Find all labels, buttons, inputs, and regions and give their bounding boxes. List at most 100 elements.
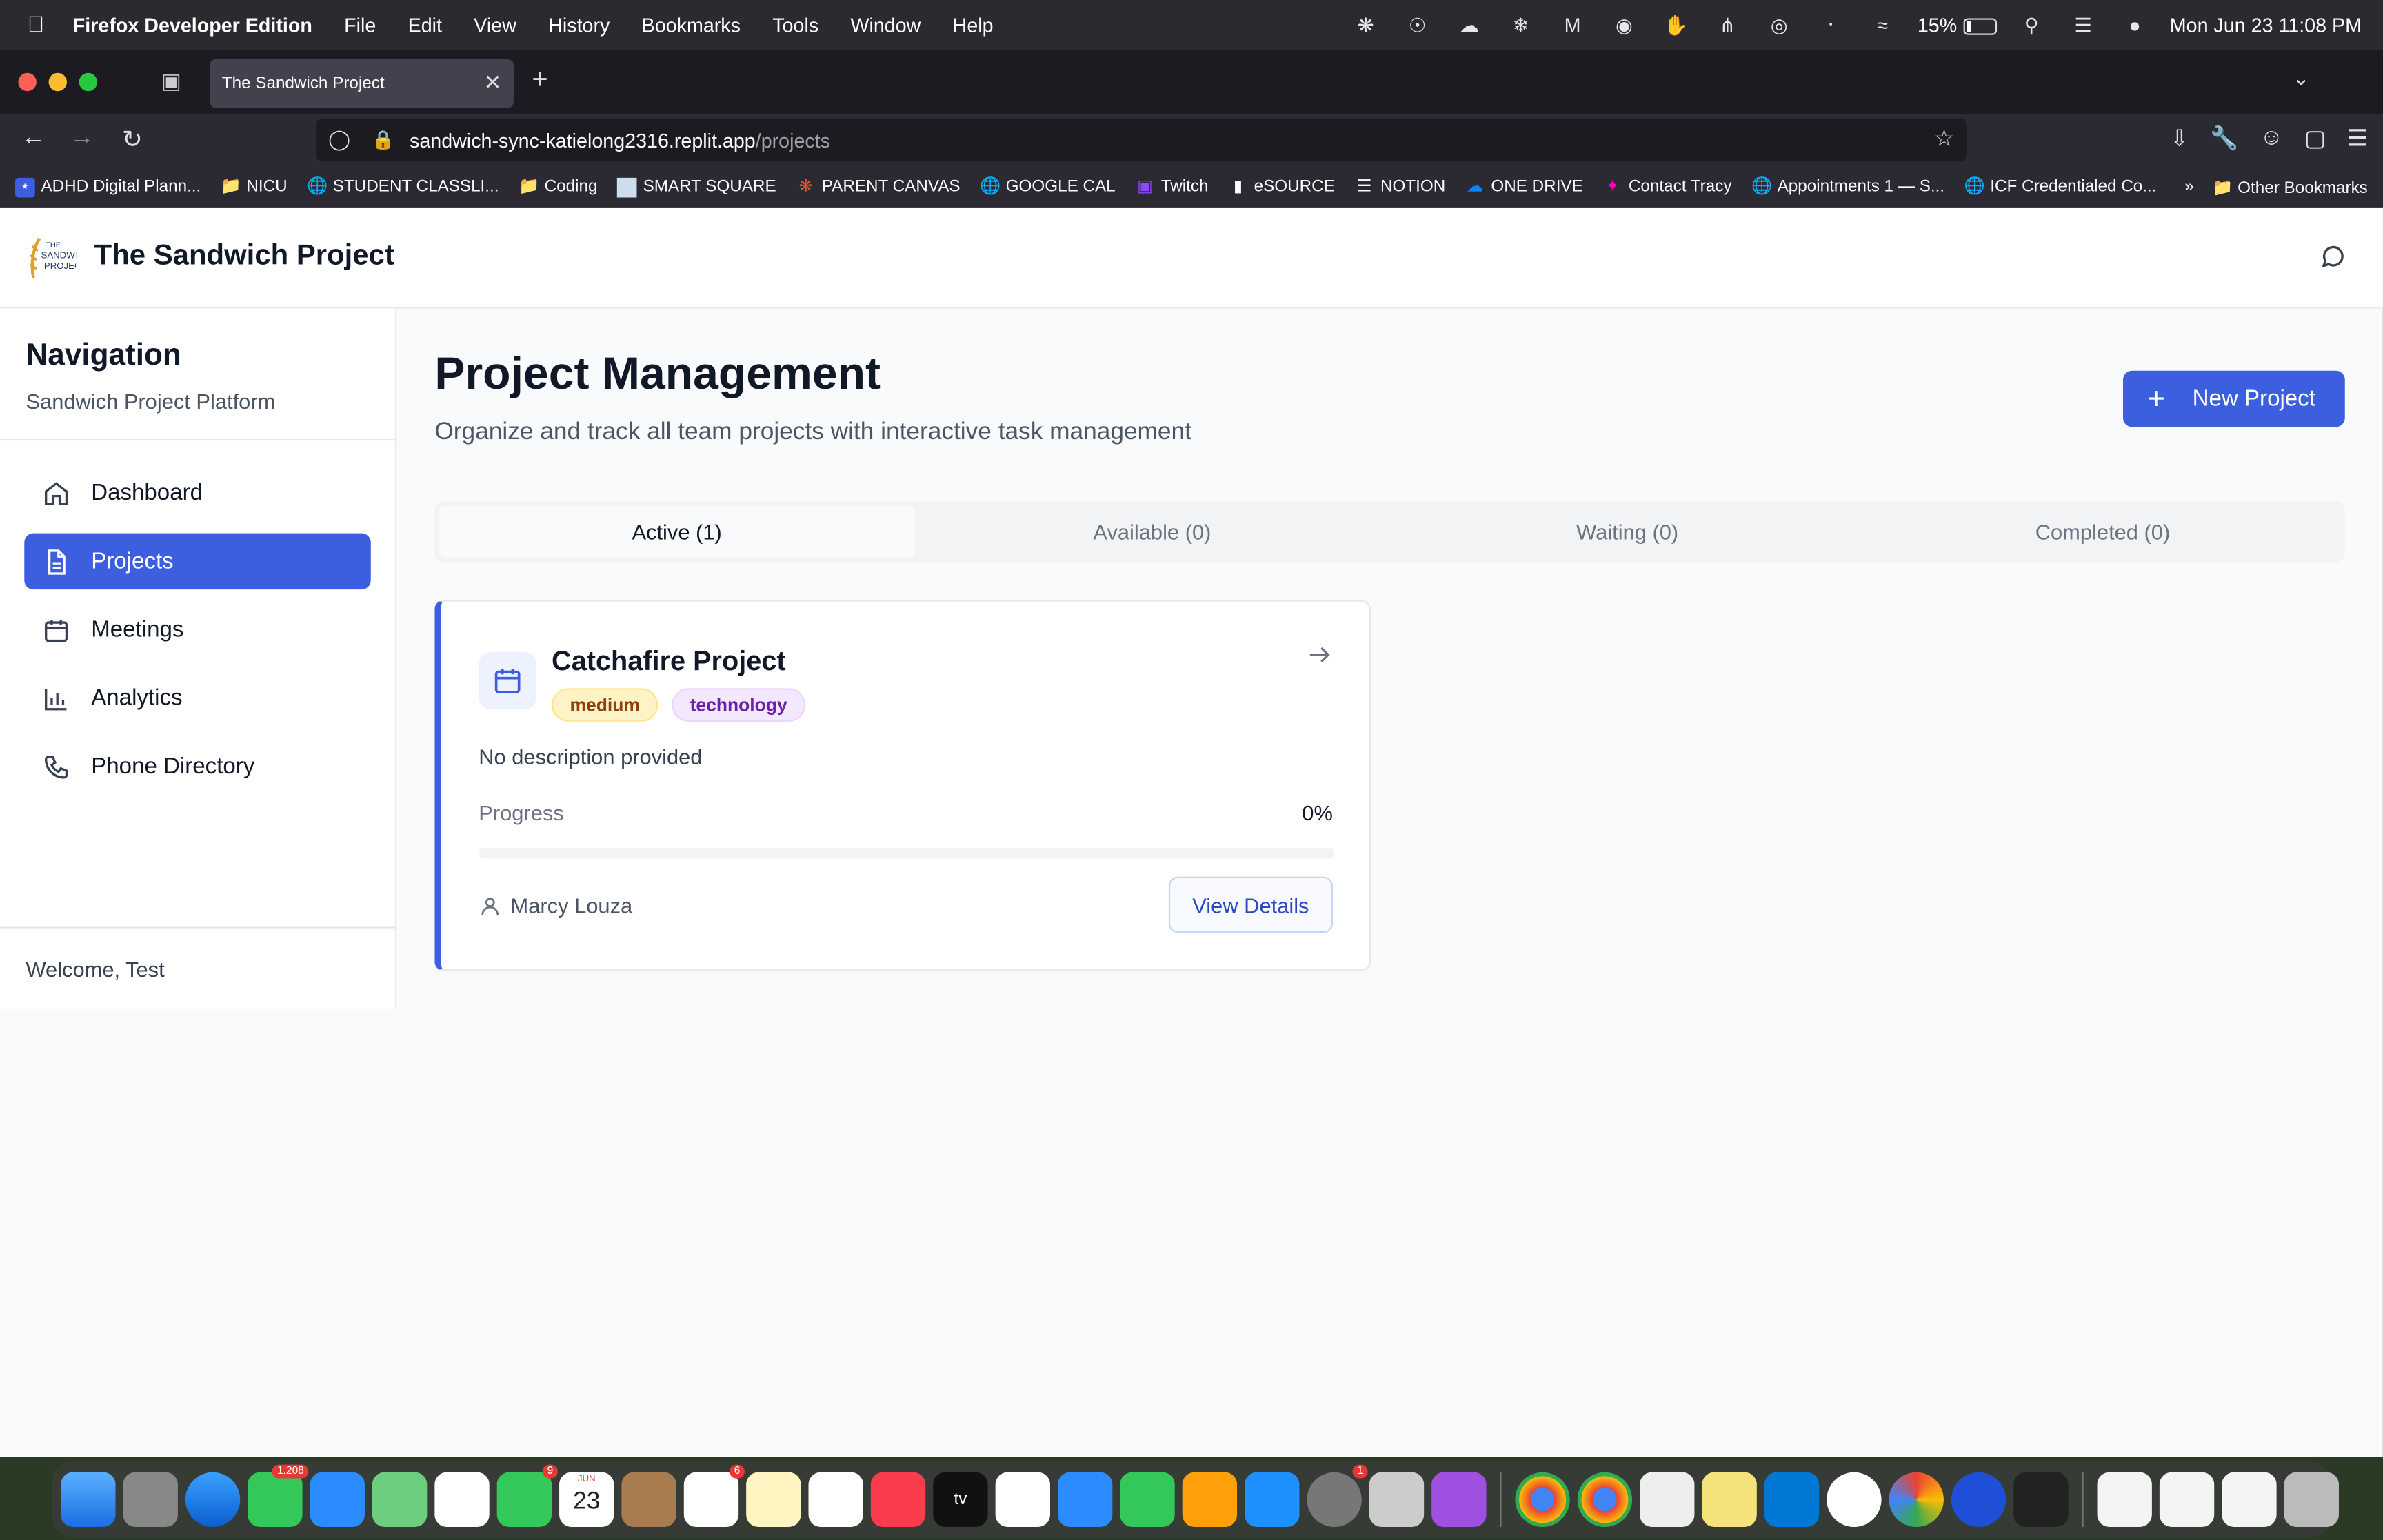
stickies-icon[interactable] [1702, 1472, 1757, 1528]
new-tab-icon[interactable]: + [532, 64, 547, 96]
view-details-button[interactable]: View Details [1168, 876, 1333, 933]
reminders-icon[interactable]: 6 [683, 1464, 745, 1528]
lock-icon[interactable]: 🔒 [372, 129, 394, 150]
pages-icon[interactable] [1182, 1472, 1238, 1528]
cloud-status-icon[interactable]: ☁ [1452, 13, 1485, 37]
freeform-icon[interactable] [808, 1472, 863, 1528]
bookmark-item[interactable]: 🌐 ICF Credentialed Co... [1964, 177, 2157, 197]
menu-history[interactable]: History [548, 14, 610, 37]
menu-view[interactable]: View [474, 14, 516, 37]
hand-icon[interactable]: ✋ [1659, 13, 1692, 37]
arrow-right-icon[interactable] [1305, 641, 1333, 669]
chrome-icon[interactable] [1515, 1472, 1570, 1528]
bookmark-item[interactable]: ▣ Twitch [1135, 177, 1208, 197]
messages-icon[interactable]: 1,208 [248, 1464, 309, 1528]
trash-icon[interactable] [2284, 1472, 2339, 1528]
menu-bookmarks[interactable]: Bookmarks [642, 14, 741, 37]
tab-waiting[interactable]: Waiting (0) [1390, 506, 1865, 558]
network-icon[interactable]: ⋔ [1711, 13, 1744, 37]
facetime-icon[interactable]: 9 [496, 1464, 558, 1528]
bookmark-item[interactable]: ❋ PARENT CANVAS [796, 177, 961, 197]
devtools-wrench-icon[interactable]: 🔧 [2210, 125, 2238, 152]
snowflake-status-icon[interactable]: ❄ [1504, 13, 1537, 37]
chatgpt-icon[interactable] [1827, 1472, 1882, 1528]
sidebar-item-meetings[interactable]: Meetings [24, 602, 371, 658]
feedback-assistant-icon[interactable] [1431, 1472, 1487, 1528]
sidebar-item-phone-directory[interactable]: Phone Directory [24, 738, 371, 795]
safari-icon[interactable] [185, 1472, 241, 1528]
list-tabs-chevron-icon[interactable]: ⌄ [2292, 65, 2310, 91]
launchpad-icon[interactable] [123, 1472, 178, 1528]
more-bookmarks-chevron-icon[interactable]: » [2184, 178, 2193, 196]
tab-completed[interactable]: Completed (0) [1865, 506, 2340, 558]
google-photos-icon[interactable] [1889, 1472, 1944, 1528]
calendar-app-icon[interactable]: JUN 23 [559, 1472, 614, 1528]
bookmark-item[interactable]: ⋆ ADHD Digital Plann... [15, 176, 201, 197]
account-icon[interactable]: ☺ [2260, 125, 2283, 152]
music-icon[interactable] [870, 1472, 926, 1528]
apple-icon[interactable]:  [28, 12, 52, 38]
bookmark-item[interactable]: ▮ eSOURCE [1228, 177, 1335, 197]
firefox-developer-icon[interactable] [1951, 1472, 2007, 1528]
app-icon[interactable] [2013, 1472, 2069, 1528]
wifi-icon[interactable]: ≈ [1866, 14, 1899, 37]
maps-icon[interactable] [372, 1472, 428, 1528]
bookmark-folder[interactable]: 📁 NICU [221, 177, 288, 197]
notes-icon[interactable] [746, 1472, 801, 1528]
system-settings-icon[interactable]: 1 [1307, 1464, 1368, 1528]
downloads-icon[interactable]: ⇩ [2170, 125, 2189, 152]
news-icon[interactable] [995, 1472, 1050, 1528]
zoom-window-button[interactable] [79, 72, 98, 92]
spotlight-icon[interactable]: ⚲ [2015, 13, 2048, 37]
bookmark-item[interactable]: ☁ ONE DRIVE [1465, 177, 1583, 197]
menu-window[interactable]: Window [850, 14, 921, 37]
menu-file[interactable]: File [344, 14, 376, 37]
numbers-icon[interactable] [1120, 1472, 1175, 1528]
tab-available[interactable]: Available (0) [914, 506, 1389, 558]
vscode-icon[interactable] [1764, 1472, 1820, 1528]
mail-icon[interactable] [310, 1472, 365, 1528]
textedit-icon[interactable] [1640, 1472, 1695, 1528]
other-bookmarks-folder[interactable]: 📁 Other Bookmarks [2212, 177, 2368, 196]
tracking-shield-icon[interactable]: ◯ [328, 128, 350, 152]
malwarebytes-icon[interactable]: M [1556, 14, 1589, 37]
menu-help[interactable]: Help [953, 14, 994, 37]
menu-app-name[interactable]: Firefox Developer Edition [73, 14, 312, 37]
tab-active[interactable]: Active (1) [439, 505, 915, 558]
chat-bubble-icon[interactable] [2319, 243, 2346, 271]
document-thumbnail-icon[interactable] [2159, 1472, 2215, 1528]
hamburger-menu-icon[interactable]: ☰ [2347, 125, 2368, 152]
extensions-icon[interactable]: ▢ [2304, 125, 2326, 152]
browser-tab-active[interactable]: The Sandwich Project ✕ [210, 59, 514, 108]
extension-status-icon[interactable]: ☉ [1401, 13, 1434, 37]
minimize-window-button[interactable] [48, 72, 67, 92]
project-card[interactable]: Catchafire Project medium technology No … [434, 600, 1371, 971]
close-window-button[interactable] [18, 72, 37, 92]
tab-overview-icon[interactable]: ▣ [161, 68, 185, 92]
sidebar-item-projects[interactable]: Projects [24, 533, 371, 590]
bluetooth-icon[interactable]: ᛫ [1814, 14, 1847, 37]
apple-tv-icon[interactable]: tv [933, 1472, 988, 1528]
sidebar-item-analytics[interactable]: Analytics [24, 670, 371, 727]
document-thumbnail-icon[interactable] [2097, 1472, 2152, 1528]
bookmark-item[interactable]: ☰ NOTION [1355, 177, 1445, 197]
shazam-icon[interactable]: ◉ [1607, 13, 1640, 37]
close-tab-icon[interactable]: ✕ [483, 70, 501, 95]
bookmark-folder[interactable]: 📁 Coding [519, 177, 597, 197]
sidebar-item-dashboard[interactable]: Dashboard [24, 465, 371, 521]
menu-tools[interactable]: Tools [772, 14, 818, 37]
app-store-icon[interactable] [1245, 1472, 1300, 1528]
bookmark-item[interactable]: 🌐 Appointments 1 — S... [1751, 177, 1944, 197]
bookmark-star-icon[interactable]: ☆ [1934, 125, 1955, 152]
address-bar[interactable]: ◯ 🔒 sandwich-sync-katielong2316.replit.a… [316, 118, 1967, 161]
bookmark-item[interactable]: ✦ Contact Tracy [1602, 177, 1732, 197]
control-center-icon[interactable]: ☰ [2067, 13, 2100, 37]
chrome-canary-icon[interactable] [1577, 1472, 1633, 1528]
airdrop-icon[interactable]: ◎ [1762, 13, 1796, 37]
bookmark-item[interactable]: 🌐 STUDENT CLASSLI... [307, 177, 499, 197]
battery-status[interactable]: 15% [1918, 14, 1997, 37]
keynote-icon[interactable] [1057, 1472, 1113, 1528]
photos-icon[interactable] [434, 1472, 490, 1528]
bookmark-item[interactable]: 🌐 GOOGLE CAL [980, 177, 1115, 197]
back-arrow-icon[interactable]: ← [18, 125, 48, 152]
